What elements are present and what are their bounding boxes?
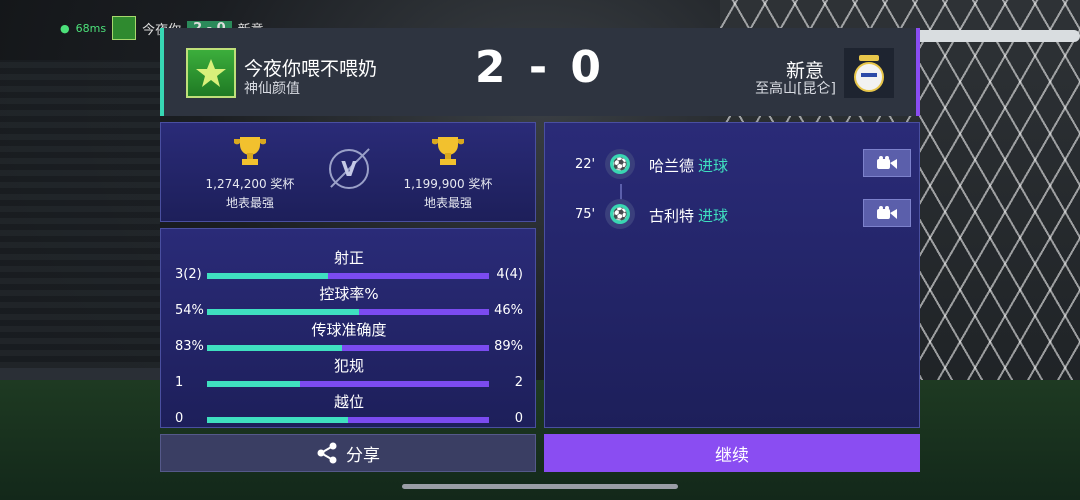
continue-label: 继续 xyxy=(715,445,749,466)
stat-away-value: 0 xyxy=(514,411,523,426)
ping-text: 68ms xyxy=(75,21,107,35)
stat-row: 射正 3(2) 4(4) xyxy=(161,249,537,285)
stat-row: 越位 0 0 xyxy=(161,393,537,429)
event-player: 哈兰德 进球 xyxy=(649,155,728,176)
event-type: 进球 xyxy=(698,157,729,175)
trophy-icon xyxy=(432,137,464,165)
stat-row: 犯规 1 2 xyxy=(161,357,537,393)
stat-title: 犯规 xyxy=(333,357,364,375)
stat-away-value: 4(4) xyxy=(496,267,523,282)
stat-away-value: 89% xyxy=(494,339,523,354)
stat-home-value: 54% xyxy=(175,303,204,318)
stat-bar-fill xyxy=(207,345,343,351)
home-trophy-label: 地表最强 xyxy=(225,196,274,210)
event-minute: 75' xyxy=(575,207,596,222)
crest-icon xyxy=(854,55,884,92)
away-trophy-count: 1,199,900 奖杯 xyxy=(403,177,493,191)
stat-bar-fill xyxy=(207,273,329,279)
stat-home-value: 1 xyxy=(175,375,184,390)
stat-home-value: 3(2) xyxy=(175,267,202,282)
stat-bar-fill xyxy=(207,381,301,387)
trophy-icon xyxy=(234,137,266,165)
home-trophies: 1,274,200 奖杯 地表最强 xyxy=(175,135,325,211)
event-minute: 22' xyxy=(575,157,596,172)
mini-home-badge xyxy=(112,16,137,40)
away-club-badge xyxy=(844,48,894,98)
event-type: 进球 xyxy=(698,207,729,225)
stat-title: 射正 xyxy=(333,249,364,267)
video-camera-icon xyxy=(877,156,897,169)
stat-home-value: 0 xyxy=(175,411,184,426)
event-player-name: 哈兰德 xyxy=(649,157,695,175)
stat-bar xyxy=(207,417,489,423)
match-header: 今夜你喂不喂奶 神仙颜值 2 - 0 新意 至高山[昆仑] xyxy=(160,28,920,116)
home-trophy-count: 1,274,200 奖杯 xyxy=(205,177,295,191)
stat-row: 传球准确度 83% 89% xyxy=(161,321,537,357)
stat-home-value: 83% xyxy=(175,339,204,354)
replay-video-button[interactable] xyxy=(863,199,911,227)
away-trophy-label: 地表最强 xyxy=(423,196,472,210)
wifi-icon: ● xyxy=(60,21,70,35)
match-events-panel: 22' ⚽ 哈兰德 进球 75' ⚽ 古利特 进球 xyxy=(544,122,920,428)
stat-title: 越位 xyxy=(333,393,364,411)
stat-bar xyxy=(207,345,489,351)
stat-title: 传球准确度 xyxy=(311,321,387,339)
share-button[interactable]: 分享 xyxy=(160,434,536,472)
event-player-name: 古利特 xyxy=(649,207,695,225)
away-trophies: 1,199,900 奖杯 地表最强 xyxy=(373,135,523,211)
continue-button[interactable]: 继续 xyxy=(544,434,920,472)
replay-video-button[interactable] xyxy=(863,149,911,177)
stat-bar-fill xyxy=(207,309,360,315)
stadium-stands xyxy=(0,60,160,380)
stat-bar xyxy=(207,309,489,315)
stat-bar xyxy=(207,381,489,387)
stat-away-value: 46% xyxy=(494,303,523,318)
stat-away-value: 2 xyxy=(514,375,523,390)
video-camera-icon xyxy=(877,206,897,219)
vs-icon: V xyxy=(329,149,369,189)
goal-event: 75' ⚽ 古利特 进球 xyxy=(545,195,921,235)
stat-title: 控球率% xyxy=(319,285,379,303)
event-player: 古利特 进球 xyxy=(649,205,728,226)
stat-bar-fill xyxy=(207,417,348,423)
stat-row: 控球率% 54% 46% xyxy=(161,285,537,321)
share-icon xyxy=(317,442,337,464)
home-indicator[interactable] xyxy=(402,484,678,489)
goal-event: 22' ⚽ 哈兰德 进球 xyxy=(545,145,921,185)
away-team-subtitle: 至高山[昆仑] xyxy=(755,81,836,97)
ball-icon: ⚽ xyxy=(605,149,635,179)
stat-bar xyxy=(207,273,489,279)
ball-icon: ⚽ xyxy=(605,199,635,229)
share-label: 分享 xyxy=(346,445,380,466)
trophy-panel: 1,274,200 奖杯 地表最强 V 1,199,900 奖杯 地表最强 xyxy=(160,122,536,222)
match-stats-panel: 射正 3(2) 4(4) 控球率% 54% 46% 传球准确度 83% 89% … xyxy=(160,228,536,428)
